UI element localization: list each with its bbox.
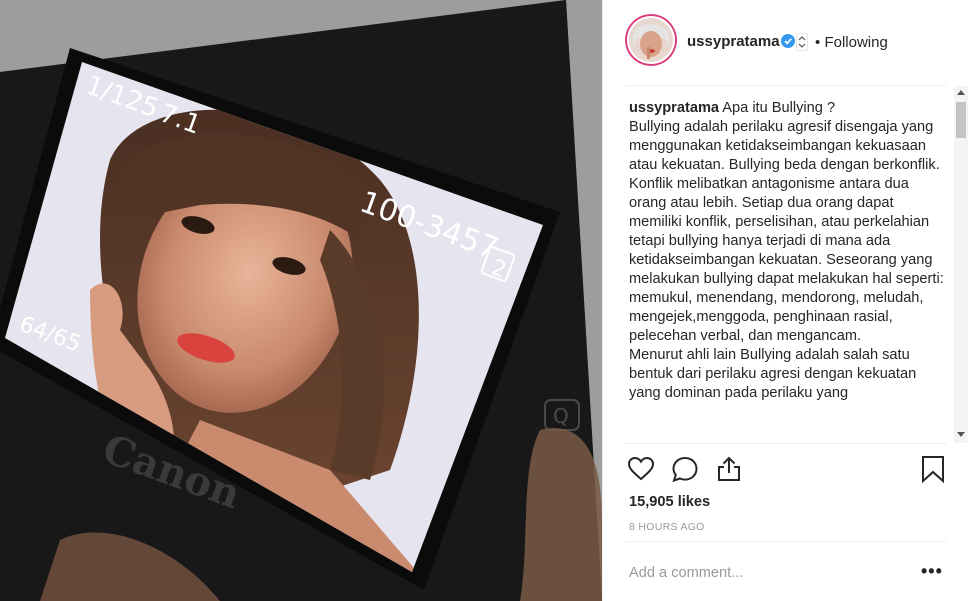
svg-text:Q: Q xyxy=(553,404,569,428)
caption: ussypratama Apa itu Bullying ? Bullying … xyxy=(629,99,947,403)
caption-text: Apa itu Bullying ? Bullying adalah peril… xyxy=(629,100,944,401)
post-image[interactable]: 1/125 7.1 100-3457 2 64/65 Canon Q xyxy=(0,0,602,601)
scroll-up-arrow-icon[interactable] xyxy=(957,90,965,95)
divider xyxy=(625,443,947,444)
chevron-down-icon[interactable] xyxy=(796,33,808,51)
caption-scroll-area[interactable]: ussypratama Apa itu Bullying ? Bullying … xyxy=(629,99,947,441)
separator-dot: • xyxy=(815,34,821,51)
post-timestamp[interactable]: 8 HOURS AGO xyxy=(629,521,705,533)
caption-username[interactable]: ussypratama xyxy=(629,100,719,116)
following-button[interactable]: Following xyxy=(824,34,887,51)
heart-icon[interactable] xyxy=(627,455,655,483)
like-count[interactable]: 15,905 likes xyxy=(629,494,710,510)
share-icon[interactable] xyxy=(715,455,743,483)
post-author-username[interactable]: ussypratama xyxy=(687,33,780,50)
divider xyxy=(625,85,947,86)
scroll-down-arrow-icon[interactable] xyxy=(957,432,965,437)
add-comment-input[interactable] xyxy=(629,562,909,584)
comment-icon[interactable] xyxy=(671,455,699,483)
divider xyxy=(625,541,947,542)
post-side-panel: ussypratama • Following ussypratama Apa … xyxy=(602,0,970,601)
verified-badge-icon xyxy=(781,34,795,48)
scrollbar-thumb[interactable] xyxy=(956,102,966,138)
more-options-button[interactable]: ••• xyxy=(921,562,943,580)
avatar[interactable] xyxy=(625,14,677,66)
follow-status[interactable]: • Following xyxy=(815,34,888,51)
bookmark-icon[interactable] xyxy=(919,455,947,483)
camera-photo: 1/125 7.1 100-3457 2 64/65 Canon Q xyxy=(0,0,602,601)
post-header: ussypratama • Following xyxy=(603,0,970,86)
caption-scrollbar[interactable] xyxy=(954,86,968,443)
